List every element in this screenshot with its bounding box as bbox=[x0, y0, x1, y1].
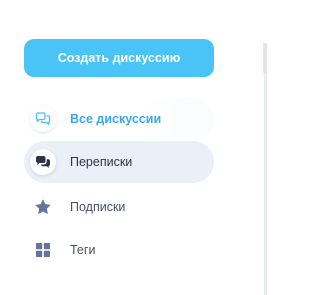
sidebar-item-private-messages[interactable]: Переписки bbox=[24, 141, 214, 183]
sidebar-item-label: Переписки bbox=[70, 155, 133, 169]
sidebar: Создать дискуссию Все дискуссии Переписк… bbox=[0, 0, 267, 295]
sidebar-item-label: Теги bbox=[70, 243, 96, 257]
sidebar-item-label: Все дискуссии bbox=[70, 112, 162, 126]
comments-filled-icon bbox=[30, 149, 56, 175]
sidebar-item-label: Подписки bbox=[70, 200, 126, 214]
sidebar-item-subscriptions[interactable]: Подписки bbox=[24, 186, 214, 228]
comments-outline-icon bbox=[30, 106, 56, 132]
content-panel-edge bbox=[264, 43, 267, 295]
sidebar-item-tags[interactable]: Теги bbox=[24, 229, 214, 271]
star-icon bbox=[30, 194, 56, 220]
sidebar-item-all-discussions[interactable]: Все дискуссии bbox=[24, 98, 214, 140]
tags-grid-icon bbox=[30, 237, 56, 263]
create-discussion-button[interactable]: Создать дискуссию bbox=[24, 39, 214, 77]
content-panel-header-edge bbox=[263, 43, 267, 73]
